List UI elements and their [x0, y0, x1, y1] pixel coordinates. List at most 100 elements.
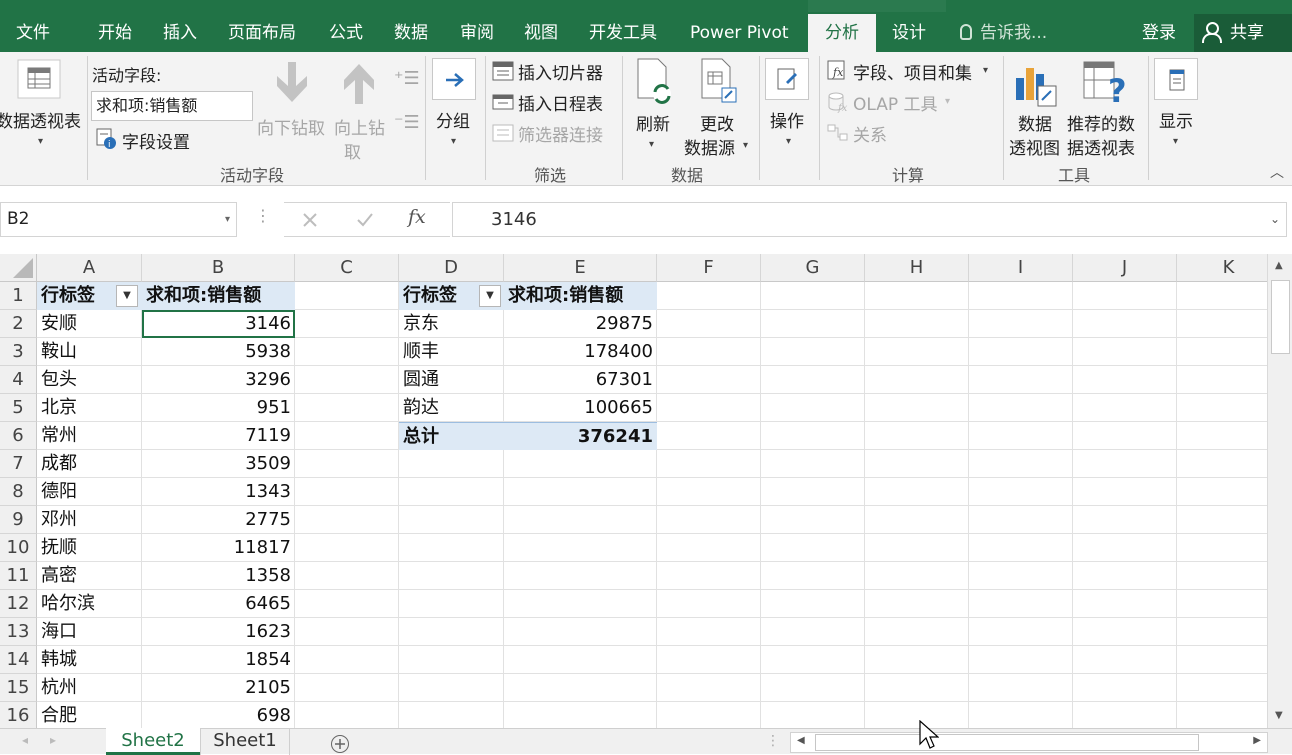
pivot1-row-value[interactable]: 2105	[142, 674, 295, 702]
row-header[interactable]: 16	[0, 702, 37, 728]
fields-items-sets-button[interactable]: fx 字段、项目和集 ▾	[827, 59, 997, 84]
pivot2-row-label[interactable]: 顺丰	[399, 338, 443, 366]
tab-design[interactable]: 设计	[892, 14, 926, 52]
tab-page-layout[interactable]: 页面布局	[228, 14, 296, 52]
pivot1-row-label[interactable]: 成都	[37, 450, 81, 478]
row-header[interactable]: 8	[0, 478, 37, 506]
formula-input[interactable]: 3146 ⌄	[452, 202, 1287, 237]
tab-view[interactable]: 视图	[524, 14, 558, 52]
column-header[interactable]: F	[657, 254, 761, 282]
insert-function-icon[interactable]: fx	[408, 206, 426, 228]
scroll-up-icon[interactable]: ▲	[1275, 260, 1283, 271]
pivot1-row-label[interactable]: 北京	[37, 394, 81, 422]
column-header[interactable]: A	[37, 254, 142, 282]
row-header[interactable]: 15	[0, 674, 37, 702]
login-link[interactable]: 登录	[1142, 14, 1176, 52]
row-header[interactable]: 1	[0, 282, 37, 310]
column-header[interactable]: B	[142, 254, 295, 282]
column-header[interactable]: I	[969, 254, 1073, 282]
drill-down-button[interactable]: 向下钻取	[255, 58, 329, 158]
column-header[interactable]: C	[295, 254, 399, 282]
row-header[interactable]: 13	[0, 618, 37, 646]
vertical-scroll-thumb[interactable]	[1271, 280, 1290, 354]
pivot1-row-value[interactable]: 6465	[142, 590, 295, 618]
row-header[interactable]: 12	[0, 590, 37, 618]
scroll-right-icon[interactable]: ▶	[1253, 735, 1261, 746]
tab-splitter-icon[interactable]: ⋮	[766, 733, 780, 749]
change-data-source-button[interactable]: 更改 数据源 ▾	[684, 58, 754, 159]
row-header[interactable]: 4	[0, 366, 37, 394]
actions-button[interactable]: 操作 ▾	[764, 56, 814, 156]
horizontal-scroll-thumb[interactable]	[815, 734, 1199, 751]
pivot1-row-label[interactable]: 包头	[37, 366, 81, 394]
tab-developer[interactable]: 开发工具	[589, 14, 657, 52]
olap-tools-button[interactable]: fx OLAP 工具 ▾	[827, 90, 957, 115]
pivot2-row-value[interactable]: 29875	[504, 310, 657, 338]
pivot2-row-label[interactable]: 圆通	[399, 366, 443, 394]
add-sheet-icon[interactable]	[330, 734, 350, 754]
column-header[interactable]: K	[1177, 254, 1267, 282]
sheet-tab-sheet1[interactable]: Sheet1	[200, 728, 290, 755]
tab-formulas[interactable]: 公式	[329, 14, 363, 52]
pivot2-row-label[interactable]: 韵达	[399, 394, 443, 422]
pivot1-row-label[interactable]: 邓州	[37, 506, 81, 534]
scroll-left-icon[interactable]: ◀	[797, 735, 805, 746]
pivot1-row-value[interactable]: 1358	[142, 562, 295, 590]
pivot1-row-label[interactable]: 韩城	[37, 646, 81, 674]
cancel-icon[interactable]	[302, 212, 318, 228]
pivot1-header-value[interactable]: 求和项:销售额	[142, 282, 295, 310]
tab-data[interactable]: 数据	[394, 14, 428, 52]
pivot1-row-value[interactable]: 1623	[142, 618, 295, 646]
pivot-chart-button[interactable]: 数据 透视图	[1008, 58, 1064, 159]
enter-icon[interactable]	[356, 212, 374, 228]
row-header[interactable]: 14	[0, 646, 37, 674]
tab-analyze[interactable]: 分析	[808, 14, 876, 52]
tab-review[interactable]: 审阅	[460, 14, 494, 52]
row-header[interactable]: 10	[0, 534, 37, 562]
row-header[interactable]: 2	[0, 310, 37, 338]
row-header[interactable]: 3	[0, 338, 37, 366]
pivot1-row-label[interactable]: 安顺	[37, 310, 81, 338]
next-sheet-icon[interactable]: ▸	[50, 733, 56, 747]
pivot1-row-label[interactable]: 德阳	[37, 478, 81, 506]
horizontal-scrollbar[interactable]: ◀ ▶	[790, 732, 1268, 753]
pivot1-filter-button[interactable]: ▼	[116, 285, 138, 307]
pivot2-total-value[interactable]: 376241	[504, 422, 657, 450]
pivot1-row-value[interactable]: 698	[142, 702, 295, 728]
pivot2-row-value[interactable]: 67301	[504, 366, 657, 394]
select-all-corner[interactable]	[0, 254, 37, 282]
row-header[interactable]: 7	[0, 450, 37, 478]
pivot1-row-label[interactable]: 海口	[37, 618, 81, 646]
pivot1-row-value[interactable]: 1854	[142, 646, 295, 674]
pivot1-row-value[interactable]: 11817	[142, 534, 295, 562]
vertical-scrollbar[interactable]: ▲ ▼	[1267, 254, 1292, 728]
worksheet-grid[interactable]: A B C D E F G H I J K 1 2 3 4 5 6 7 8 9 …	[0, 254, 1267, 728]
collapse-ribbon-icon[interactable]: ︿	[1270, 162, 1284, 182]
field-settings-button[interactable]: i 字段设置	[95, 128, 205, 153]
pivot1-row-label[interactable]: 抚顺	[37, 534, 81, 562]
column-header[interactable]: H	[865, 254, 969, 282]
drill-up-button[interactable]: 向上钻 取	[332, 58, 392, 163]
collapse-field-icon[interactable]: ⁻☰	[394, 112, 420, 133]
relationships-button[interactable]: 关系	[827, 121, 907, 146]
column-header[interactable]: D	[399, 254, 504, 282]
column-header[interactable]: J	[1073, 254, 1177, 282]
pivot1-row-value[interactable]: 2775	[142, 506, 295, 534]
pivot1-row-label[interactable]: 哈尔滨	[37, 590, 99, 618]
pivot2-filter-button[interactable]: ▼	[479, 285, 501, 307]
pivot1-row-value[interactable]: 951	[142, 394, 295, 422]
pivot2-row-label[interactable]: 京东	[399, 310, 443, 338]
pivot-table-button[interactable]: 数据透视表 ▾	[0, 52, 86, 152]
tab-insert[interactable]: 插入	[163, 14, 197, 52]
row-header[interactable]: 9	[0, 506, 37, 534]
expand-formula-icon[interactable]: ⌄	[1270, 203, 1280, 236]
insert-timeline-button[interactable]: 插入日程表	[492, 90, 617, 115]
group-button[interactable]: 分组 ▾	[430, 56, 480, 156]
pivot1-row-label[interactable]: 高密	[37, 562, 81, 590]
refresh-button[interactable]: 刷新 ▾	[630, 58, 678, 158]
column-header[interactable]: G	[761, 254, 865, 282]
expand-field-icon[interactable]: ⁺☰	[394, 68, 420, 89]
sheet-tab-sheet2[interactable]: Sheet2	[106, 728, 200, 755]
row-header[interactable]: 11	[0, 562, 37, 590]
pivot1-row-label[interactable]: 合肥	[37, 702, 81, 728]
